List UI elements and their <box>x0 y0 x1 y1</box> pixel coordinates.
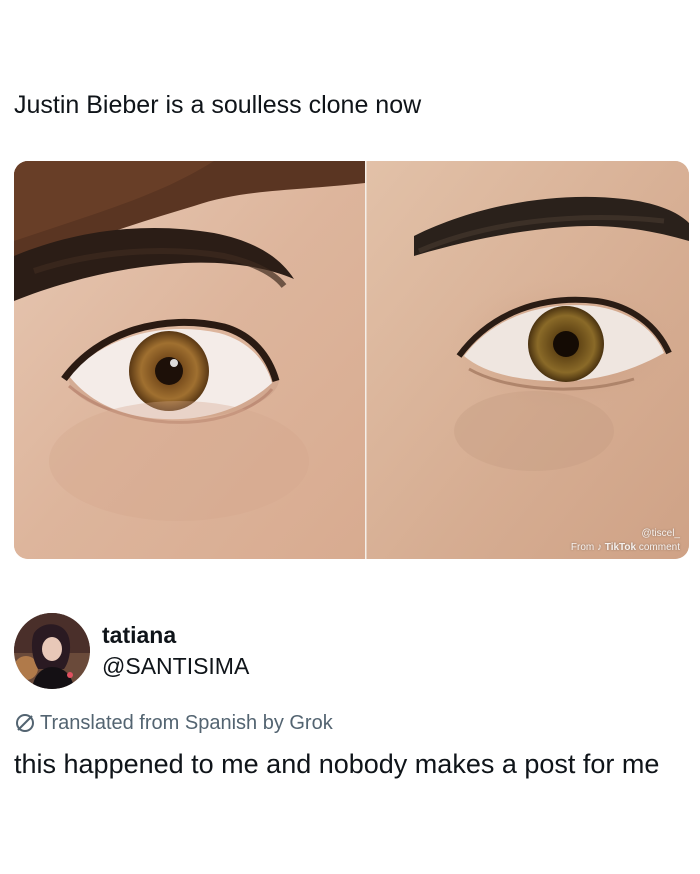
watermark-handle: @tiscel_ <box>641 528 681 539</box>
author-block[interactable]: tatiana @SANTISIMA <box>14 612 249 690</box>
translation-notice[interactable]: Translated from Spanish by Grok <box>14 710 333 736</box>
watermark-brand: TikTok <box>604 542 637 553</box>
avatar[interactable] <box>14 613 90 689</box>
post-headline: Justin Bieber is a soulless clone now <box>14 91 422 119</box>
post-media[interactable]: @tiscel_ From ♪ TikTok comment <box>14 161 689 559</box>
author-name[interactable]: tatiana <box>102 621 249 649</box>
grok-slash-circle-icon <box>16 714 34 732</box>
post-text: this happened to me and nobody makes a p… <box>14 749 660 779</box>
tiktok-logo-icon: ♪ <box>597 542 602 553</box>
watermark-suffix: comment <box>638 542 680 553</box>
tiktok-watermark: @tiscel_ From ♪ TikTok comment <box>571 527 680 555</box>
eyes-comparison-image <box>14 161 689 559</box>
author-handle[interactable]: @SANTISIMA <box>102 651 249 681</box>
translation-label: Translated from Spanish by Grok <box>40 712 333 734</box>
watermark-prefix: From <box>570 542 595 553</box>
